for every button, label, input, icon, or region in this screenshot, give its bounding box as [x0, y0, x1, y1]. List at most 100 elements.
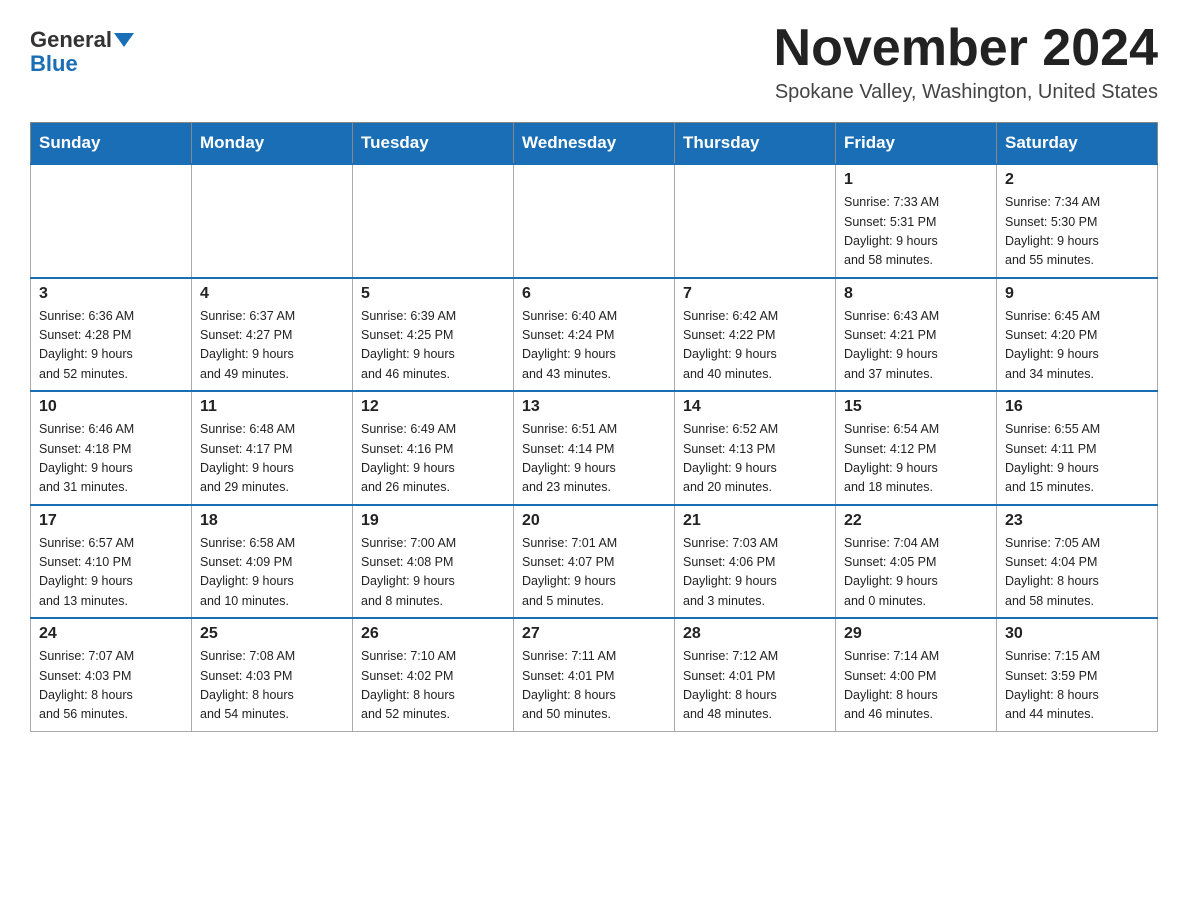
- calendar-cell-w4d5: 21Sunrise: 7:03 AMSunset: 4:06 PMDayligh…: [675, 505, 836, 619]
- day-number: 3: [39, 285, 183, 303]
- day-number: 28: [683, 625, 827, 643]
- calendar-week-2: 3 Sunrise: 6:36 AMSunset: 4:28 PMDaylight…: [31, 278, 1158, 392]
- calendar-cell-w4d1: 17 Sunrise: 6:57 AMSunset: 4:10 PMDayligh…: [31, 505, 192, 619]
- day-number: 10: [39, 398, 183, 416]
- day-number: 29: [844, 625, 988, 643]
- day-info: Sunrise: 7:33 AMSunset: 5:31 PMDaylight:…: [844, 193, 988, 271]
- calendar-cell-w4d7: 23 Sunrise: 7:05 AMSunset: 4:04 PMDayligh…: [997, 505, 1158, 619]
- calendar-cell-w5d4: 27 Sunrise: 7:11 AMSunset: 4:01 PMDayligh…: [514, 618, 675, 731]
- day-info: Sunrise: 7:12 AMSunset: 4:01 PMDaylight:…: [683, 647, 827, 725]
- day-info: Sunrise: 7:10 AMSunset: 4:02 PMDaylight:…: [361, 647, 505, 725]
- logo-triangle-icon: [114, 33, 134, 47]
- day-number: 20: [522, 512, 666, 530]
- day-number: 6: [522, 285, 666, 303]
- day-number: 27: [522, 625, 666, 643]
- calendar-cell-w4d3: 19 Sunrise: 7:00 AMSunset: 4:08 PMDayligh…: [353, 505, 514, 619]
- calendar-week-1: 1 Sunrise: 7:33 AMSunset: 5:31 PMDaylight…: [31, 164, 1158, 278]
- day-number: 9: [1005, 285, 1149, 303]
- col-header-saturday: Saturday: [997, 123, 1158, 165]
- calendar-cell-w3d5: 14 Sunrise: 6:52 AMSunset: 4:13 PMDayligh…: [675, 391, 836, 505]
- logo-text-blue: Blue: [30, 52, 78, 76]
- calendar-cell-w1d1: [31, 164, 192, 278]
- day-number: 12: [361, 398, 505, 416]
- day-number: 1: [844, 171, 988, 189]
- calendar-cell-w2d6: 8Sunrise: 6:43 AMSunset: 4:21 PMDaylight…: [836, 278, 997, 392]
- day-number: 14: [683, 398, 827, 416]
- calendar-title: November 2024: [774, 20, 1158, 77]
- day-info: Sunrise: 7:11 AMSunset: 4:01 PMDaylight:…: [522, 647, 666, 725]
- calendar-cell-w3d7: 16Sunrise: 6:55 AMSunset: 4:11 PMDayligh…: [997, 391, 1158, 505]
- calendar-cell-w1d3: [353, 164, 514, 278]
- calendar-cell-w1d6: 1 Sunrise: 7:33 AMSunset: 5:31 PMDaylight…: [836, 164, 997, 278]
- calendar-cell-w3d4: 13 Sunrise: 6:51 AMSunset: 4:14 PMDayligh…: [514, 391, 675, 505]
- calendar-cell-w2d2: 4 Sunrise: 6:37 AMSunset: 4:27 PMDaylight…: [192, 278, 353, 392]
- calendar-cell-w2d1: 3 Sunrise: 6:36 AMSunset: 4:28 PMDaylight…: [31, 278, 192, 392]
- day-info: Sunrise: 6:40 AMSunset: 4:24 PMDaylight:…: [522, 307, 666, 385]
- calendar-cell-w3d6: 15 Sunrise: 6:54 AMSunset: 4:12 PMDayligh…: [836, 391, 997, 505]
- day-info: Sunrise: 7:34 AMSunset: 5:30 PMDaylight:…: [1005, 193, 1149, 271]
- day-number: 16: [1005, 398, 1149, 416]
- day-info: Sunrise: 6:54 AMSunset: 4:12 PMDaylight:…: [844, 420, 988, 498]
- calendar-cell-w2d7: 9 Sunrise: 6:45 AMSunset: 4:20 PMDaylight…: [997, 278, 1158, 392]
- day-number: 7: [683, 285, 827, 303]
- calendar-week-5: 24 Sunrise: 7:07 AMSunset: 4:03 PMDayligh…: [31, 618, 1158, 731]
- day-number: 19: [361, 512, 505, 530]
- day-number: 22: [844, 512, 988, 530]
- calendar-cell-w3d2: 11 Sunrise: 6:48 AMSunset: 4:17 PMDayligh…: [192, 391, 353, 505]
- calendar-cell-w4d2: 18 Sunrise: 6:58 AMSunset: 4:09 PMDayligh…: [192, 505, 353, 619]
- calendar-header-row: Sunday Monday Tuesday Wednesday Thursday…: [31, 123, 1158, 165]
- day-info: Sunrise: 6:48 AMSunset: 4:17 PMDaylight:…: [200, 420, 344, 498]
- day-info: Sunrise: 6:46 AMSunset: 4:18 PMDaylight:…: [39, 420, 183, 498]
- day-info: Sunrise: 6:57 AMSunset: 4:10 PMDaylight:…: [39, 534, 183, 612]
- calendar-week-4: 17 Sunrise: 6:57 AMSunset: 4:10 PMDayligh…: [31, 505, 1158, 619]
- calendar-cell-w2d3: 5Sunrise: 6:39 AMSunset: 4:25 PMDaylight…: [353, 278, 514, 392]
- day-number: 13: [522, 398, 666, 416]
- calendar-cell-w1d5: [675, 164, 836, 278]
- day-info: Sunrise: 7:05 AMSunset: 4:04 PMDaylight:…: [1005, 534, 1149, 612]
- col-header-wednesday: Wednesday: [514, 123, 675, 165]
- calendar-cell-w2d4: 6 Sunrise: 6:40 AMSunset: 4:24 PMDaylight…: [514, 278, 675, 392]
- day-number: 26: [361, 625, 505, 643]
- day-info: Sunrise: 6:42 AMSunset: 4:22 PMDaylight:…: [683, 307, 827, 385]
- calendar-cell-w5d5: 28 Sunrise: 7:12 AMSunset: 4:01 PMDayligh…: [675, 618, 836, 731]
- day-number: 21: [683, 512, 827, 530]
- calendar-table: Sunday Monday Tuesday Wednesday Thursday…: [30, 122, 1158, 732]
- day-info: Sunrise: 6:36 AMSunset: 4:28 PMDaylight:…: [39, 307, 183, 385]
- day-number: 2: [1005, 171, 1149, 189]
- calendar-cell-w1d7: 2 Sunrise: 7:34 AMSunset: 5:30 PMDaylight…: [997, 164, 1158, 278]
- day-number: 24: [39, 625, 183, 643]
- day-info: Sunrise: 6:58 AMSunset: 4:09 PMDaylight:…: [200, 534, 344, 612]
- day-info: Sunrise: 6:51 AMSunset: 4:14 PMDaylight:…: [522, 420, 666, 498]
- day-number: 25: [200, 625, 344, 643]
- calendar-cell-w5d6: 29Sunrise: 7:14 AMSunset: 4:00 PMDayligh…: [836, 618, 997, 731]
- calendar-cell-w4d4: 20Sunrise: 7:01 AMSunset: 4:07 PMDayligh…: [514, 505, 675, 619]
- day-info: Sunrise: 6:45 AMSunset: 4:20 PMDaylight:…: [1005, 307, 1149, 385]
- title-area: November 2024 Spokane Valley, Washington…: [774, 20, 1158, 104]
- day-number: 30: [1005, 625, 1149, 643]
- day-number: 4: [200, 285, 344, 303]
- day-info: Sunrise: 7:00 AMSunset: 4:08 PMDaylight:…: [361, 534, 505, 612]
- day-info: Sunrise: 6:52 AMSunset: 4:13 PMDaylight:…: [683, 420, 827, 498]
- day-info: Sunrise: 7:07 AMSunset: 4:03 PMDaylight:…: [39, 647, 183, 725]
- logo-text-general: General: [30, 28, 112, 52]
- day-info: Sunrise: 6:49 AMSunset: 4:16 PMDaylight:…: [361, 420, 505, 498]
- logo: General Blue: [30, 20, 134, 76]
- col-header-sunday: Sunday: [31, 123, 192, 165]
- calendar-cell-w2d5: 7 Sunrise: 6:42 AMSunset: 4:22 PMDaylight…: [675, 278, 836, 392]
- day-number: 11: [200, 398, 344, 416]
- day-number: 15: [844, 398, 988, 416]
- day-info: Sunrise: 6:37 AMSunset: 4:27 PMDaylight:…: [200, 307, 344, 385]
- day-number: 8: [844, 285, 988, 303]
- col-header-thursday: Thursday: [675, 123, 836, 165]
- col-header-tuesday: Tuesday: [353, 123, 514, 165]
- calendar-cell-w5d2: 25 Sunrise: 7:08 AMSunset: 4:03 PMDayligh…: [192, 618, 353, 731]
- day-number: 18: [200, 512, 344, 530]
- day-info: Sunrise: 7:08 AMSunset: 4:03 PMDaylight:…: [200, 647, 344, 725]
- col-header-monday: Monday: [192, 123, 353, 165]
- day-info: Sunrise: 6:39 AMSunset: 4:25 PMDaylight:…: [361, 307, 505, 385]
- calendar-week-3: 10 Sunrise: 6:46 AMSunset: 4:18 PMDayligh…: [31, 391, 1158, 505]
- calendar-cell-w3d3: 12 Sunrise: 6:49 AMSunset: 4:16 PMDayligh…: [353, 391, 514, 505]
- calendar-cell-w4d6: 22Sunrise: 7:04 AMSunset: 4:05 PMDayligh…: [836, 505, 997, 619]
- day-number: 17: [39, 512, 183, 530]
- day-number: 23: [1005, 512, 1149, 530]
